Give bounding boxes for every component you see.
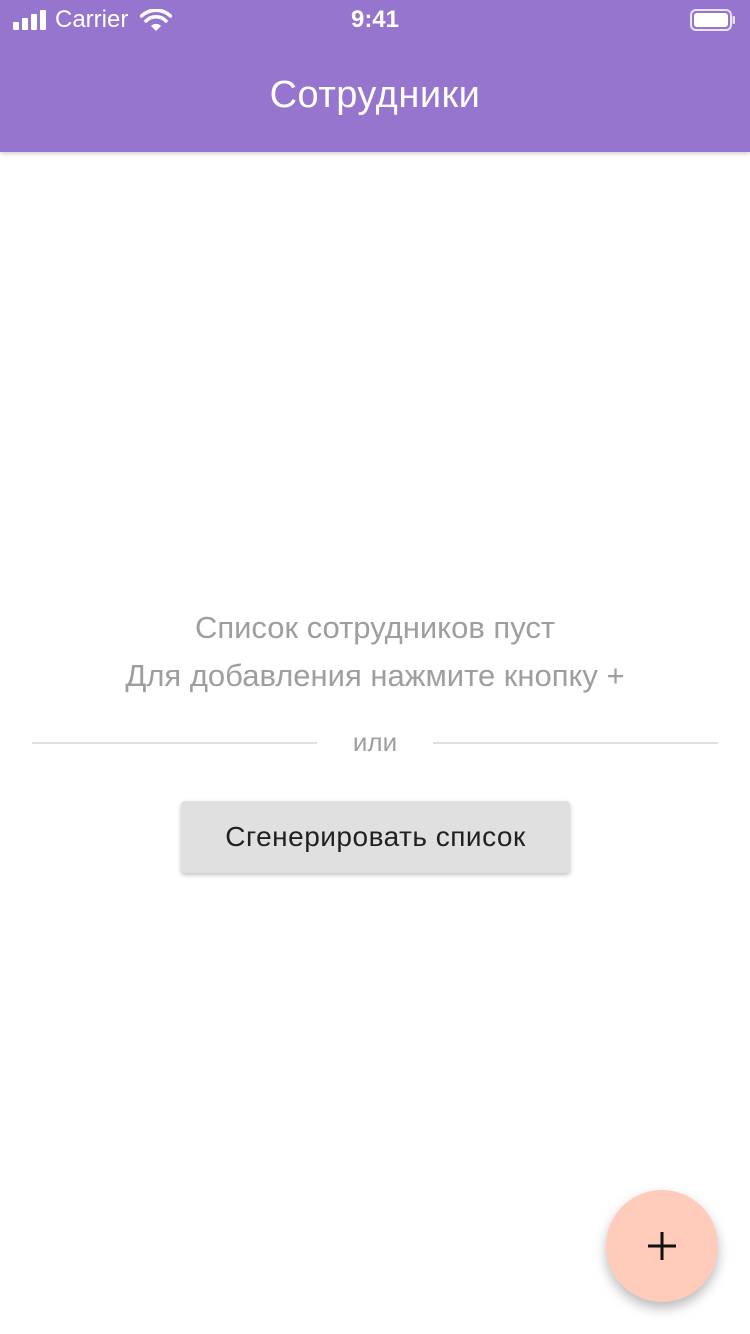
header: Carrier 9:41 Сотрудники <box>0 0 750 152</box>
status-bar: Carrier 9:41 <box>0 0 750 40</box>
divider-line-left <box>32 742 317 744</box>
divider-line-right <box>433 742 718 744</box>
status-time: 9:41 <box>350 6 400 33</box>
page-title: Сотрудники <box>269 74 481 116</box>
divider-or-label: или <box>352 727 398 757</box>
battery-icon <box>690 9 735 31</box>
employees-screen: Carrier 9:41 Сотрудники Список сотрудник… <box>0 0 750 1334</box>
add-employee-button[interactable] <box>606 1190 718 1302</box>
generate-list-button[interactable]: Сгенерировать список <box>181 801 570 873</box>
empty-state-hint: Для добавления нажмите кнопку + <box>125 658 625 693</box>
empty-state-title: Список сотрудников пуст <box>194 610 556 645</box>
plus-icon <box>648 1232 676 1260</box>
